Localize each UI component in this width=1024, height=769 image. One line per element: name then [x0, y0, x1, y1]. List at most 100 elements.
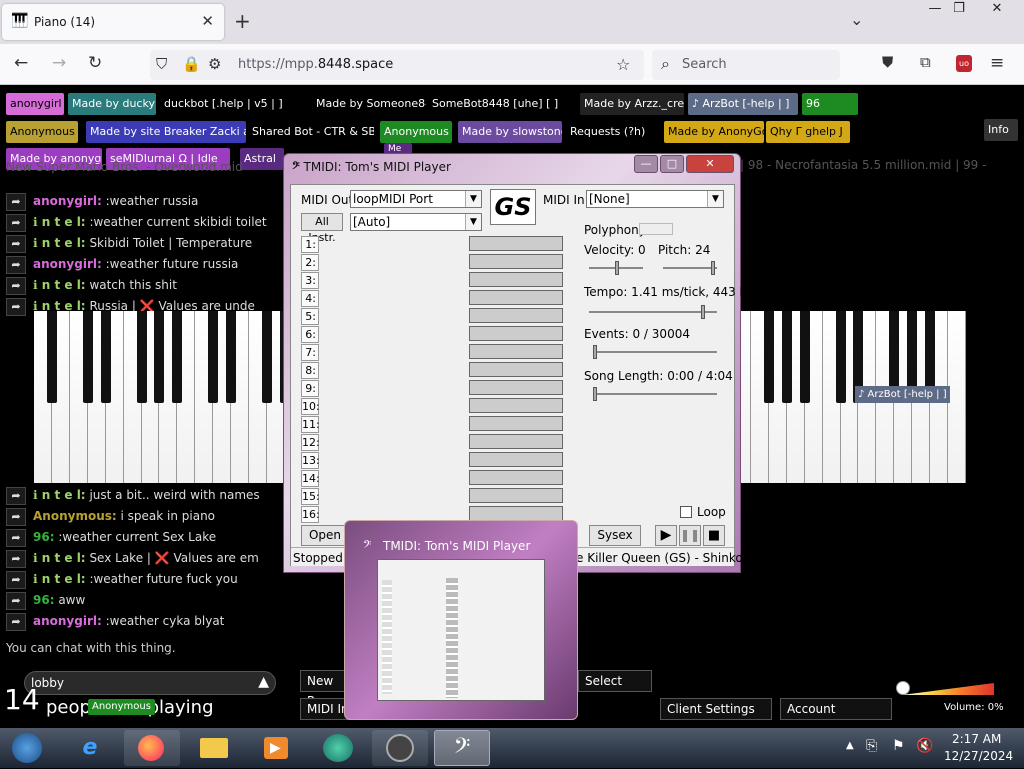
shield-icon[interactable]: ⛉ — [156, 55, 167, 73]
black-key[interactable] — [100, 311, 111, 403]
reload-icon[interactable]: ↻ — [88, 53, 102, 73]
black-key[interactable] — [136, 311, 147, 403]
channel-number[interactable]: 2: — [301, 254, 319, 271]
name-badge[interactable]: Made by AnonyGold — [664, 121, 764, 143]
forward-icon[interactable]: → — [52, 53, 66, 73]
name-badge[interactable]: duckbot [.help | v5 | ] — [160, 93, 300, 115]
events-slider[interactable] — [593, 343, 717, 363]
reply-icon[interactable]: ➦ — [6, 592, 26, 610]
name-badge[interactable]: Info — [984, 119, 1018, 141]
close-window-button[interactable]: ✕ — [980, 0, 1014, 20]
name-badge[interactable]: Requests (?h) — [566, 121, 662, 143]
tmidi-close-button[interactable]: ✕ — [686, 155, 734, 173]
globe-app-icon[interactable] — [310, 730, 366, 766]
client-settings-button[interactable]: Client Settings — [660, 698, 772, 720]
reply-icon[interactable]: ➦ — [6, 235, 26, 253]
channel-number[interactable]: 8: — [301, 362, 319, 379]
black-key[interactable] — [262, 311, 272, 403]
ublock-icon[interactable]: uo — [956, 55, 972, 72]
explorer-icon[interactable] — [186, 730, 242, 766]
clock-app-icon[interactable] — [372, 730, 428, 766]
tmidi-maximize-button[interactable]: □ — [660, 155, 684, 173]
pause-icon[interactable]: ❚❚ — [679, 525, 701, 546]
channel-number[interactable]: 11: — [301, 416, 320, 433]
reply-icon[interactable]: ➦ — [6, 529, 26, 547]
pitch-slider[interactable] — [663, 259, 717, 279]
reply-icon[interactable]: ➦ — [6, 487, 26, 505]
start-button[interactable] — [2, 730, 52, 766]
name-badge[interactable]: SomeBot8448 [uhe] [ ] — [428, 93, 568, 115]
name-badge[interactable]: Made by ducky — [68, 93, 156, 115]
channel-number[interactable]: 6: — [301, 326, 319, 343]
tmidi-taskbar-button[interactable]: 𝄢 — [434, 730, 490, 766]
midi-in-out-button[interactable]: MIDI In — [300, 698, 350, 720]
clock-date[interactable]: 12/27/2024 — [944, 749, 1013, 763]
url-bar[interactable]: ⛉ 🔒 ⚙ https://mpp.8448.space ☆ — [150, 50, 644, 80]
white-key[interactable] — [948, 311, 966, 483]
name-badge[interactable]: Anonymous — [380, 121, 452, 143]
black-key[interactable] — [835, 311, 846, 403]
room-select[interactable]: lobby ▲ — [24, 671, 276, 695]
sysex-button[interactable]: Sysex — [589, 525, 641, 546]
reply-icon[interactable]: ➦ — [6, 550, 26, 568]
channel-number[interactable]: 10: — [301, 398, 320, 415]
black-key[interactable] — [154, 311, 165, 403]
reply-icon[interactable]: ➦ — [6, 613, 26, 631]
name-badge[interactable]: Astral — [240, 148, 284, 170]
channel-number[interactable]: 3: — [301, 272, 319, 289]
all-instr-button[interactable]: All Instr. — [301, 213, 343, 244]
black-key[interactable] — [781, 311, 792, 403]
black-key[interactable] — [226, 311, 237, 403]
volume-knob[interactable] — [896, 681, 910, 695]
account-button[interactable]: Account — [780, 698, 892, 720]
extensions-icon[interactable]: ⧉ — [920, 53, 931, 71]
search-box[interactable]: ⌕ Search — [652, 50, 840, 80]
channel-number[interactable]: 1: — [301, 236, 319, 253]
tray-expand-icon[interactable]: ▲ — [846, 740, 854, 751]
new-tab-button[interactable]: + — [234, 9, 251, 33]
name-badge[interactable]: Qhy Γ ghelp J — [766, 121, 850, 143]
black-key[interactable] — [82, 311, 93, 403]
name-badge[interactable]: Shared Bot - CTR & SB — [248, 121, 374, 143]
reply-icon[interactable]: ➦ — [6, 508, 26, 526]
taskbar-preview[interactable]: 𝄢 TMIDI: Tom's MIDI Player — [344, 520, 578, 720]
name-badge[interactable]: 96 — [802, 93, 858, 115]
close-tab-icon[interactable]: ✕ — [201, 12, 214, 30]
firefox-icon[interactable] — [124, 730, 180, 766]
restore-button[interactable]: ❐ — [942, 0, 976, 20]
reply-icon[interactable]: ➦ — [6, 571, 26, 589]
ie-icon[interactable]: e — [62, 730, 118, 766]
volume-slider[interactable] — [896, 681, 994, 695]
open-midi-button[interactable]: Open M — [301, 525, 349, 561]
menu-icon[interactable]: ≡ — [990, 53, 1004, 73]
name-badge[interactable]: anonygirl — [6, 93, 64, 115]
tab-piano[interactable]: 🎹 Piano (14) ✕ — [2, 4, 224, 40]
channel-number[interactable]: 15: — [301, 488, 320, 505]
stop-icon[interactable]: ■ — [703, 525, 725, 546]
network-icon[interactable]: ⎘ — [866, 738, 877, 754]
bookmark-star-icon[interactable]: ☆ — [616, 55, 630, 74]
black-key[interactable] — [208, 311, 219, 403]
black-key[interactable] — [172, 311, 183, 403]
flag-icon[interactable]: ⚑ — [892, 738, 905, 754]
midi-out-select[interactable]: loopMIDI Port ▼ — [350, 190, 482, 208]
tmidi-minimize-button[interactable]: — — [634, 155, 658, 173]
channel-number[interactable]: 12: — [301, 434, 320, 451]
tempo-slider[interactable] — [589, 303, 717, 323]
black-key[interactable] — [46, 311, 57, 403]
select-button[interactable]: Select — [578, 670, 652, 692]
black-key[interactable] — [799, 311, 810, 403]
reply-icon[interactable]: ➦ — [6, 298, 26, 316]
velocity-slider[interactable] — [589, 259, 643, 279]
channel-number[interactable]: 13: — [301, 452, 320, 469]
volume-muted-icon[interactable]: 🔇 — [916, 738, 933, 754]
name-badge[interactable]: ♪ ArzBot [-help | ] — [688, 93, 798, 115]
new-room-button[interactable]: New Ro — [300, 670, 350, 708]
channel-number[interactable]: 16: — [301, 506, 320, 523]
loop-checkbox[interactable] — [680, 506, 692, 518]
chat-input[interactable]: You can chat with this thing. — [6, 641, 176, 655]
position-slider[interactable] — [593, 385, 717, 405]
name-badge[interactable]: Made by site Breaker Zacki and co — [86, 121, 246, 143]
reply-icon[interactable]: ➦ — [6, 277, 26, 295]
reply-icon[interactable]: ➦ — [6, 193, 26, 211]
